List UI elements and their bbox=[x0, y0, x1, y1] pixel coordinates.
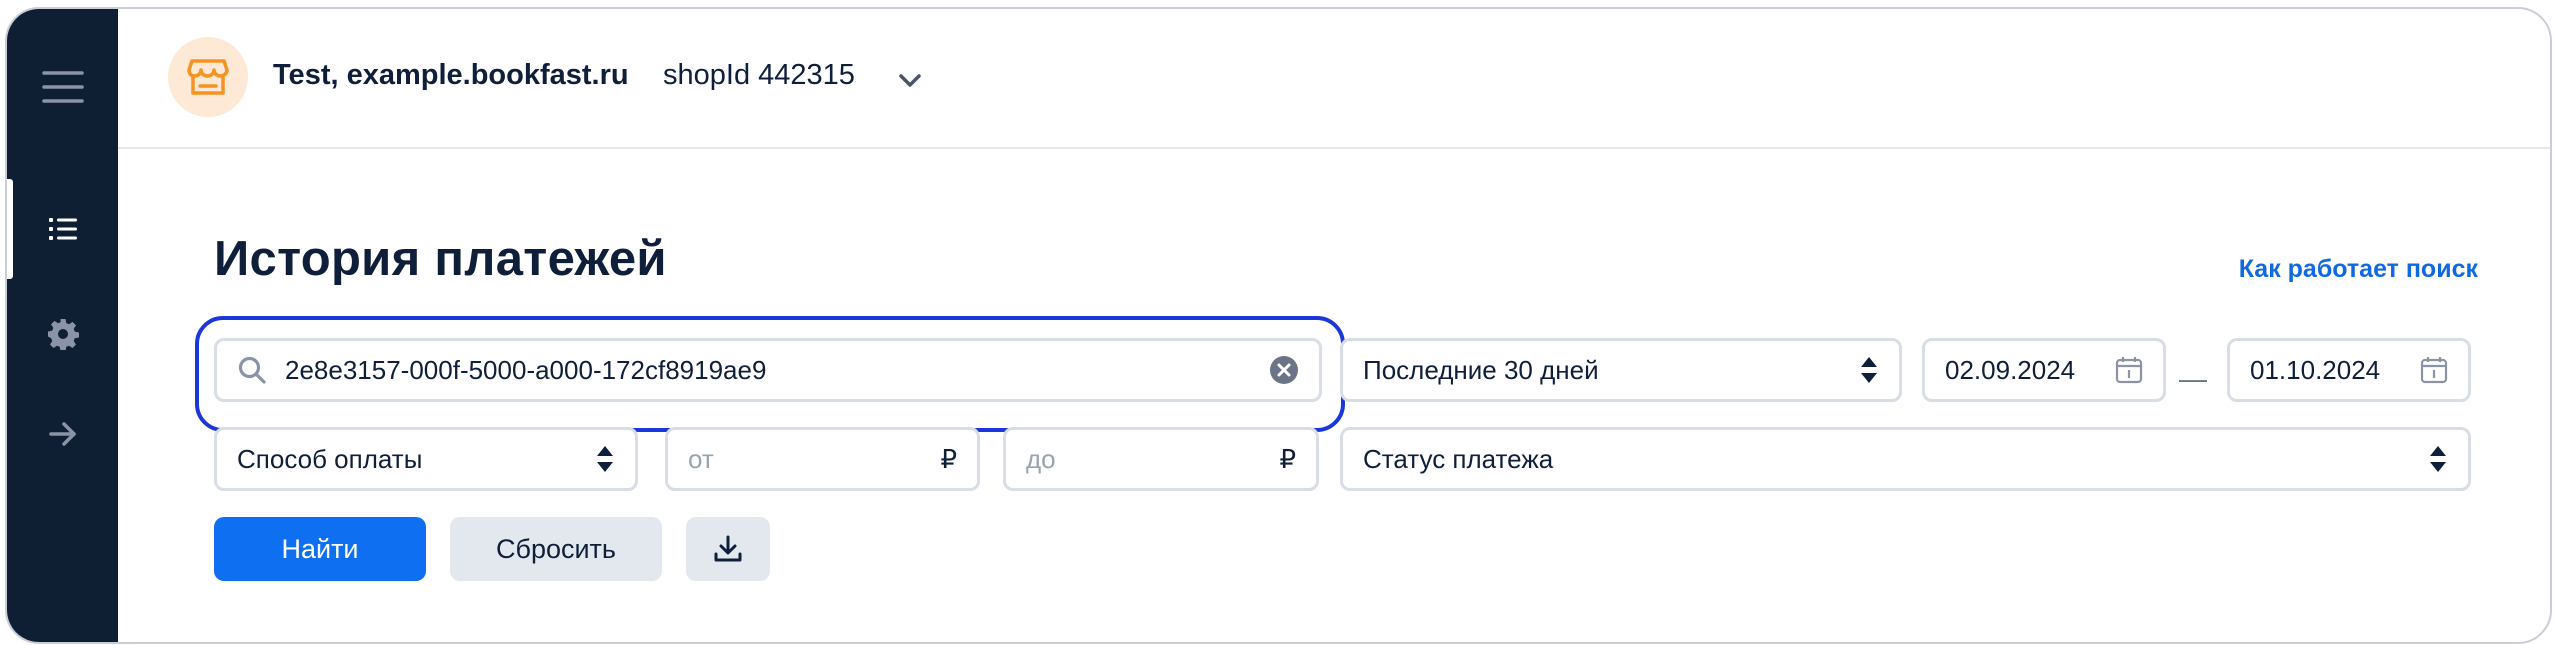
arrow-right-icon bbox=[48, 422, 76, 446]
list-icon bbox=[48, 218, 77, 240]
date-to-field[interactable]: 01.10.2024 bbox=[2227, 338, 2471, 402]
amount-from-input[interactable]: от ₽ bbox=[665, 427, 980, 491]
reset-button[interactable]: Сбросить bbox=[450, 517, 662, 581]
sidebar-item-exit[interactable] bbox=[7, 394, 118, 474]
app-window: Test, example.bookfast.ru shopId 442315 … bbox=[5, 7, 2552, 644]
header: Test, example.bookfast.ru shopId 442315 bbox=[118, 9, 2550, 149]
shop-name[interactable]: Test, example.bookfast.ru bbox=[273, 59, 629, 92]
clear-icon[interactable] bbox=[1269, 355, 1299, 385]
ruble-icon: ₽ bbox=[1279, 443, 1296, 474]
page-title: История платежей bbox=[214, 232, 667, 286]
sidebar bbox=[7, 9, 118, 642]
payment-method-select[interactable]: Способ оплаты bbox=[214, 427, 638, 491]
gear-icon bbox=[47, 319, 79, 350]
chevron-down-icon[interactable] bbox=[895, 65, 925, 95]
calendar-icon[interactable] bbox=[2115, 356, 2143, 384]
sort-arrows-icon bbox=[1861, 357, 1877, 383]
amount-to-input[interactable]: до ₽ bbox=[1003, 427, 1319, 491]
shop-id[interactable]: shopId 442315 bbox=[663, 59, 855, 92]
shop-avatar bbox=[168, 37, 248, 117]
ruble-icon: ₽ bbox=[940, 443, 957, 474]
menu-icon[interactable] bbox=[7, 47, 118, 127]
period-select[interactable]: Последние 30 дней bbox=[1340, 338, 1902, 402]
date-from-field[interactable]: 02.09.2024 bbox=[1922, 338, 2166, 402]
search-icon bbox=[238, 356, 266, 384]
help-link[interactable]: Как работает поиск bbox=[2239, 255, 2478, 284]
sidebar-item-settings[interactable] bbox=[7, 294, 118, 374]
sidebar-item-payments[interactable] bbox=[7, 179, 118, 279]
search-input[interactable]: 2e8e3157-000f-5000-a000-172cf8919ae9 bbox=[214, 338, 1322, 402]
payment-status-select[interactable]: Статус платежа bbox=[1340, 427, 2471, 491]
sort-arrows-icon bbox=[2430, 446, 2446, 472]
download-icon bbox=[714, 535, 742, 562]
sort-arrows-icon bbox=[597, 446, 613, 472]
store-icon bbox=[187, 59, 229, 95]
download-button[interactable] bbox=[686, 517, 770, 581]
search-value: 2e8e3157-000f-5000-a000-172cf8919ae9 bbox=[285, 354, 767, 385]
calendar-icon[interactable] bbox=[2420, 356, 2448, 384]
date-separator: — bbox=[2179, 363, 2207, 394]
find-button[interactable]: Найти bbox=[214, 517, 426, 581]
